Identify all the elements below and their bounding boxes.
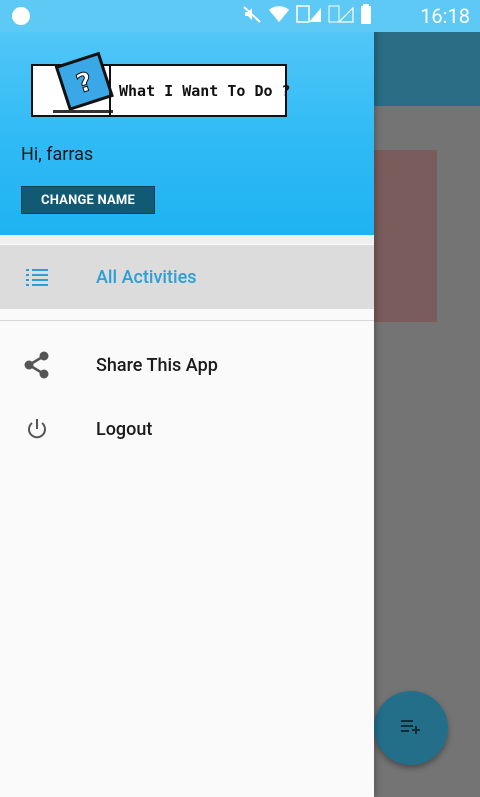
navigation-drawer: ? What I Want To Do ? Hi, farras CHANGE … (0, 0, 374, 797)
app-logo: ? What I Want To Do ? (31, 51, 291, 117)
nav-item-share[interactable]: Share This App (0, 333, 374, 397)
logo-text: What I Want To Do ? (119, 82, 291, 100)
playlist-add-icon (399, 716, 423, 740)
status-icons (242, 4, 372, 28)
user-greeting: Hi, farras (21, 144, 94, 165)
signal-icon (296, 4, 322, 28)
nav-item-logout[interactable]: Logout (0, 397, 374, 461)
change-name-button[interactable]: CHANGE NAME (21, 186, 155, 214)
share-icon (24, 351, 50, 379)
list-icon (24, 264, 50, 290)
nav-divider (0, 320, 374, 321)
nav-label-all-activities: All Activities (96, 266, 197, 288)
nav-label-logout: Logout (96, 418, 153, 440)
battery-icon (360, 4, 372, 28)
question-box-icon: ? (49, 48, 129, 122)
mute-icon (242, 4, 262, 28)
nav-item-all-activities[interactable]: All Activities (0, 245, 374, 309)
status-bar: 16:18 (0, 0, 480, 32)
header-separator (0, 235, 374, 244)
activity-card (373, 150, 437, 322)
notification-dot-icon (12, 7, 30, 25)
status-time: 16:18 (420, 4, 470, 28)
signal-off-icon (328, 4, 354, 28)
logo-divider (109, 66, 111, 115)
add-activity-button[interactable] (374, 691, 448, 765)
nav-label-share: Share This App (96, 354, 218, 376)
drawer-header: ? What I Want To Do ? Hi, farras CHANGE … (0, 0, 374, 235)
power-icon (24, 416, 50, 442)
wifi-icon (268, 5, 290, 27)
